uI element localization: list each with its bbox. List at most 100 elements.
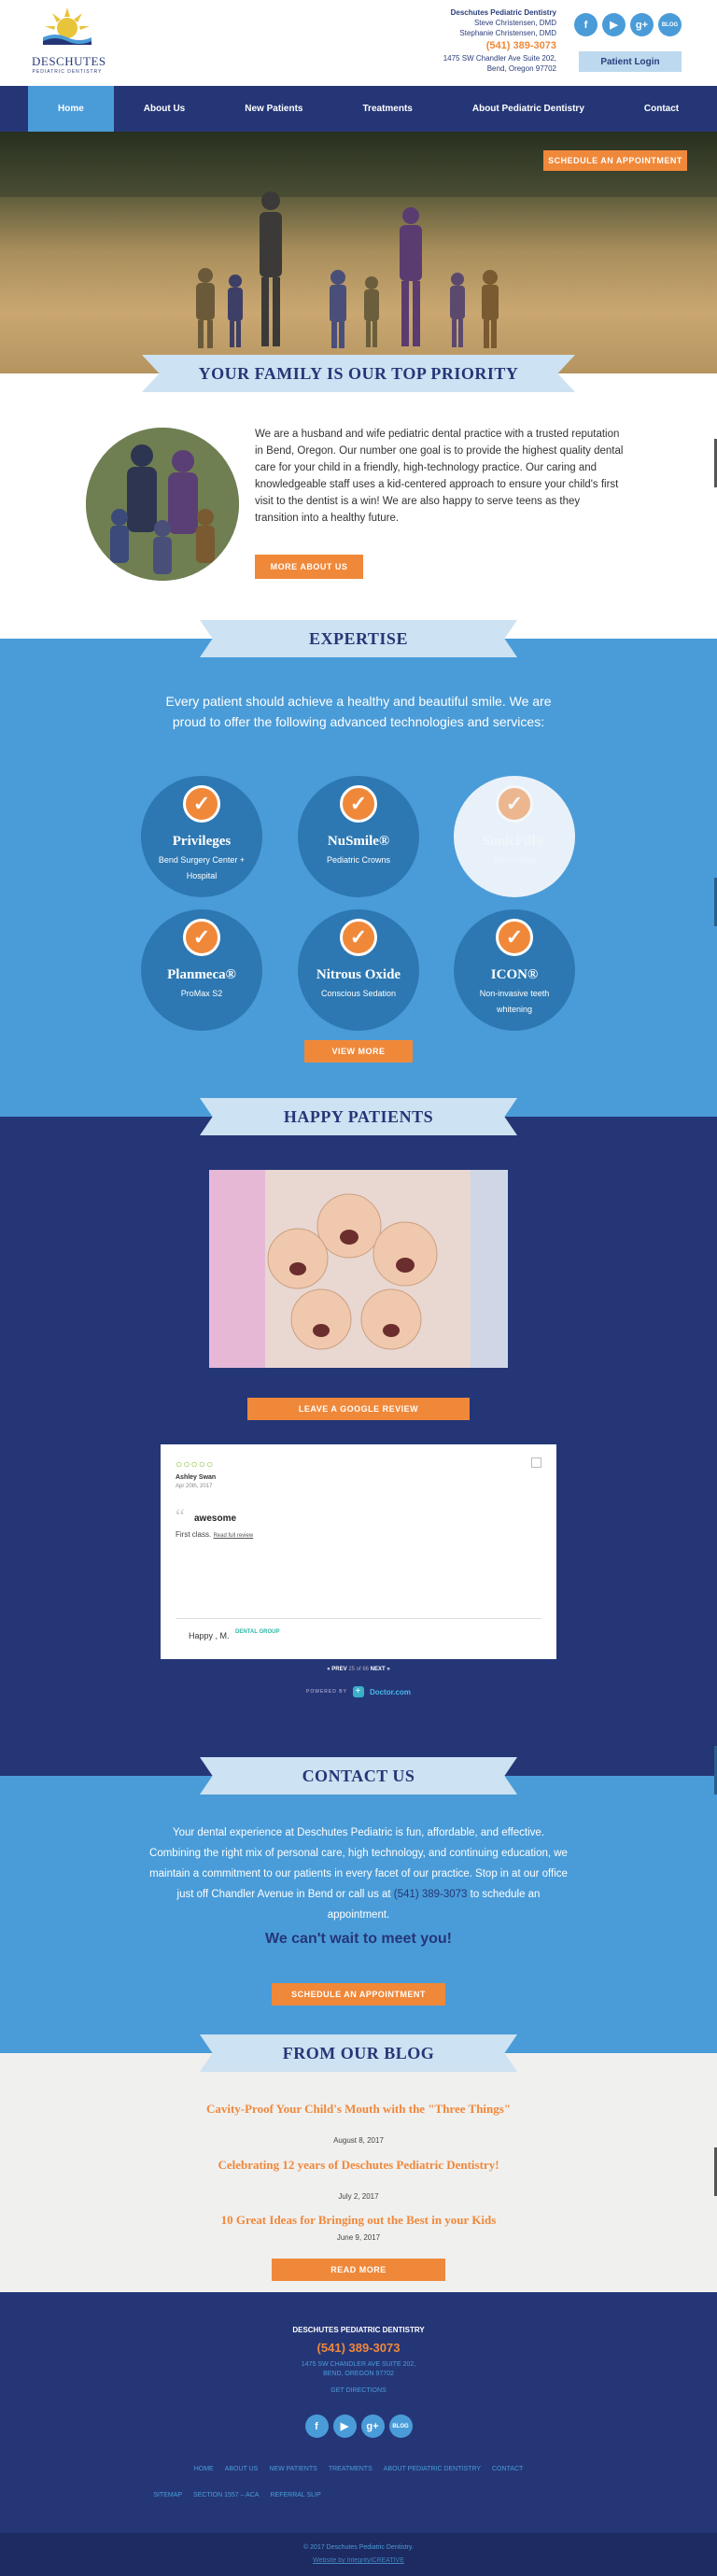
footer-social-links: f ▶ g+ BLOG <box>0 2414 717 2438</box>
expertise-intro: Every patient should achieve a healthy a… <box>165 694 552 729</box>
read-full-review-link[interactable]: Read full review <box>213 1533 253 1539</box>
review-brand-logo: DENTAL GROUP <box>235 1629 280 1635</box>
nav-item-about-pediatric-dentistry[interactable]: About Pediatric Dentistry <box>443 86 614 132</box>
schedule-appointment-button[interactable]: SCHEDULE AN APPOINTMENT <box>543 150 687 171</box>
footer-links-secondary: SITEMAP SECTION 1557 – ACA REFERRAL SLIP <box>0 2492 596 2499</box>
address-line: BEND, OREGON 97702 <box>323 2371 394 2377</box>
review-card: ○○○○○ Ashley Swan Apr 20th, 2017 “ aweso… <box>161 1444 556 1659</box>
footer-link-new-patients[interactable]: NEW PATIENTS <box>269 2466 316 2472</box>
footer-address: 1475 SW CHANDLER AVE SUITE 202, BEND, OR… <box>0 2360 717 2379</box>
get-directions-link[interactable]: GET DIRECTIONS <box>0 2387 717 2394</box>
powered-by: POWERED BY + Doctor.com <box>0 1686 717 1697</box>
copyright-text: © 2017 Deschutes Pediatric Dentistry. <box>303 2544 414 2551</box>
pager-count: 25 of 66 <box>348 1667 369 1672</box>
schedule-appointment-button[interactable]: SCHEDULE AN APPOINTMENT <box>272 1983 445 2006</box>
footer-link-referral-slip[interactable]: REFERRAL SLIP <box>270 2492 320 2499</box>
tech-name: SonicFill® <box>483 834 546 849</box>
read-more-button[interactable]: READ MORE <box>272 2259 445 2281</box>
section-heading: FROM OUR BLOG <box>200 2034 517 2072</box>
nav-item-about-us[interactable]: About Us <box>114 86 215 132</box>
section-heading: HAPPY PATIENTS <box>200 1098 517 1135</box>
logo-name: DESCHUTES <box>32 54 106 68</box>
review-signature: Happy , M. <box>189 1631 230 1640</box>
blog-icon[interactable]: BLOG <box>388 2414 413 2438</box>
footer-link-treatments[interactable]: TREATMENTS <box>329 2466 373 2472</box>
footer-link-about-us[interactable]: ABOUT US <box>225 2466 259 2472</box>
facebook-icon[interactable]: f <box>304 2414 329 2438</box>
review-title: awesome <box>194 1513 237 1524</box>
tech-item[interactable]: ✓ SonicFill® Technology <box>454 776 575 897</box>
youtube-icon[interactable]: ▶ <box>602 13 626 36</box>
website-credit-link[interactable]: Website by Integrity/CREATIVE <box>0 2557 717 2564</box>
nav-item-new-patients[interactable]: New Patients <box>215 86 332 132</box>
nav-item-home[interactable]: Home <box>28 86 114 132</box>
view-more-button[interactable]: VIEW MORE <box>304 1040 413 1063</box>
facebook-icon[interactable]: f <box>574 13 598 36</box>
leave-google-review-button[interactable]: LEAVE A GOOGLE REVIEW <box>247 1398 470 1420</box>
address-line: 1475 SW Chandler Ave Suite 202, <box>443 54 556 63</box>
patient-login-button[interactable]: Patient Login <box>579 51 682 72</box>
review-date: Apr 20th, 2017 <box>176 1484 213 1489</box>
prev-link[interactable]: « PREV <box>327 1667 346 1672</box>
footer-link-section-1557[interactable]: SECTION 1557 – ACA <box>193 2492 259 2499</box>
contact-phone-link[interactable]: (541) 389-3073 <box>394 1889 468 1900</box>
blog-post-title[interactable]: Celebrating 12 years of Deschutes Pediat… <box>200 2158 517 2173</box>
nav-item-treatments[interactable]: Treatments <box>333 86 443 132</box>
divider <box>176 1618 541 1619</box>
footer-link-home[interactable]: HOME <box>194 2466 214 2472</box>
google-plus-icon[interactable]: g+ <box>630 13 654 36</box>
review-author: Ashley Swan <box>176 1474 217 1481</box>
quote-icon: “ <box>176 1504 185 1527</box>
more-about-us-button[interactable]: MORE ABOUT US <box>255 555 363 579</box>
nav-item-contact[interactable]: Contact <box>614 86 709 132</box>
tech-item[interactable]: ✓ NuSmile® Pediatric Crowns <box>298 776 419 897</box>
footer-link-contact[interactable]: CONTACT <box>492 2466 523 2472</box>
tech-item[interactable]: ✓ ICON® Non-invasive teeth whitening <box>454 909 575 1031</box>
footer-link-about-pediatric-dentistry[interactable]: ABOUT PEDIATRIC DENTISTRY <box>384 2466 481 2472</box>
review-text: First class. <box>176 1530 212 1539</box>
doctor-name: Stephanie Christensen, DMD <box>459 29 556 37</box>
tech-desc: Conscious Sedation <box>320 989 397 998</box>
header-contact: Deschutes Pediatric Dentistry Steve Chri… <box>443 7 556 74</box>
tech-item[interactable]: ✓ Privileges Bend Surgery Center + Hospi… <box>141 776 262 897</box>
site-footer: DESCHUTES PEDIATRIC DENTISTRY (541) 389-… <box>0 2292 717 2533</box>
checkmark-icon: ✓ <box>183 785 220 823</box>
section-heading: EXPERTISE <box>200 620 517 657</box>
next-link[interactable]: NEXT » <box>371 1667 390 1672</box>
google-plus-icon[interactable]: g+ <box>360 2414 385 2438</box>
powered-by-label: POWERED BY <box>306 1689 347 1695</box>
family-portrait-image <box>86 428 239 581</box>
checkmark-icon: ✓ <box>496 785 533 823</box>
header-phone[interactable]: (541) 389-3073 <box>443 38 556 53</box>
main-nav: Home About Us New Patients Treatments Ab… <box>0 86 717 132</box>
youtube-icon[interactable]: ▶ <box>332 2414 357 2438</box>
tech-item[interactable]: ✓ Planmeca® ProMax S2 <box>141 909 262 1031</box>
doctor-com-logo[interactable]: Doctor.com <box>370 1688 411 1696</box>
footer-phone[interactable]: (541) 389-3073 <box>0 2341 717 2355</box>
copyright-bar: © 2017 Deschutes Pediatric Dentistry. We… <box>0 2533 717 2576</box>
copy-icon[interactable] <box>531 1457 541 1468</box>
practice-name: Deschutes Pediatric Dentistry <box>450 8 556 17</box>
sun-logo-icon <box>43 7 91 45</box>
tech-desc: Bend Surgery Center + Hospital <box>158 855 246 880</box>
tech-name: NuSmile® <box>327 834 390 849</box>
blog-section: FROM OUR BLOG Cavity-Proof Your Child's … <box>0 2034 717 2292</box>
section-heading: YOUR FAMILY IS OUR TOP PRIORITY <box>142 355 575 392</box>
contact-text: Your dental experience at Deschutes Pedi… <box>149 1823 568 1925</box>
tech-item[interactable]: ✓ Nitrous Oxide Conscious Sedation <box>298 909 419 1031</box>
address-line: 1475 SW CHANDLER AVE SUITE 202, <box>301 2361 416 2368</box>
blog-post-title[interactable]: 10 Great Ideas for Bringing out the Best… <box>0 2213 717 2228</box>
happy-kids-image <box>209 1170 508 1368</box>
checkmark-icon: ✓ <box>340 785 377 823</box>
tech-desc: Pediatric Crowns <box>326 855 391 865</box>
blog-post-title[interactable]: Cavity-Proof Your Child's Mouth with the… <box>200 2102 517 2117</box>
happy-patients-section: HAPPY PATIENTS LEAVE A GOOGLE REVIEW ○○○… <box>0 1098 717 1776</box>
footer-link-sitemap[interactable]: SITEMAP <box>153 2492 182 2499</box>
blog-post-date: June 9, 2017 <box>336 2233 381 2242</box>
hero-banner: SCHEDULE AN APPOINTMENT <box>0 132 717 373</box>
tech-name: Planmeca® <box>167 967 236 982</box>
section-heading: CONTACT US <box>200 1757 517 1795</box>
blog-icon[interactable]: BLOG <box>658 13 682 36</box>
logo[interactable]: DESCHUTES PEDIATRIC DENTISTRY <box>32 7 106 78</box>
blog-post-date: July 2, 2017 <box>338 2192 379 2201</box>
